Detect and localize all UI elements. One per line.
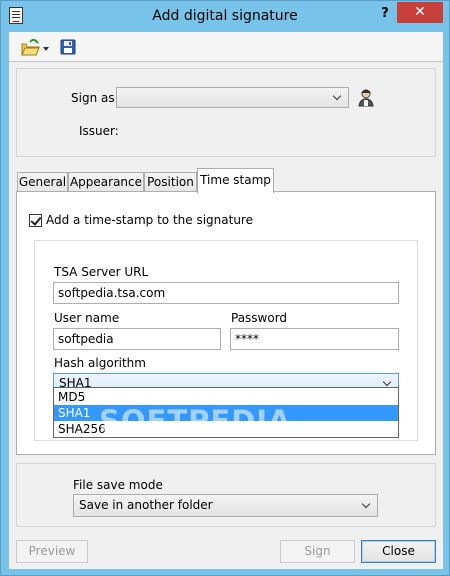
- close-button[interactable]: Close: [361, 540, 436, 563]
- window-close-button[interactable]: ✕: [397, 2, 443, 23]
- chevron-down-icon: [382, 377, 392, 387]
- save-button[interactable]: [60, 39, 76, 55]
- tab-appearance[interactable]: Appearance: [68, 172, 144, 192]
- floppy-disk-icon: [60, 39, 76, 55]
- save-mode-combobox[interactable]: Save in another folder: [73, 494, 378, 517]
- folder-open-icon: [21, 38, 49, 56]
- save-mode-label: File save mode: [73, 478, 163, 492]
- dialog-client-area: Sign as: Issuer: General Appearance Posi…: [9, 32, 443, 569]
- issuer-label: Issuer:: [79, 124, 119, 138]
- preview-button[interactable]: Preview: [16, 540, 88, 563]
- select-certificate-button[interactable]: [356, 87, 377, 108]
- open-button[interactable]: [21, 38, 51, 57]
- chevron-down-icon: [332, 91, 342, 101]
- add-timestamp-label[interactable]: Add a time-stamp to the signature: [46, 213, 253, 227]
- password-label: Password: [231, 311, 288, 325]
- sign-as-label: Sign as:: [71, 91, 119, 105]
- save-mode-value: Save in another folder: [79, 498, 213, 512]
- password-value: ****: [235, 332, 259, 346]
- tab-time-stamp[interactable]: Time stamp: [197, 168, 274, 193]
- tab-position[interactable]: Position: [144, 172, 197, 192]
- dialog-window: Add digital signature ? ✕ Sign as: Issue…: [0, 0, 450, 576]
- tab-general[interactable]: General: [17, 172, 68, 192]
- tsa-url-value: softpedia.tsa.com: [58, 286, 166, 300]
- help-button[interactable]: ?: [377, 6, 393, 21]
- toolbar: [9, 32, 443, 62]
- tsa-url-label: TSA Server URL: [54, 265, 149, 279]
- save-mode-group: File save mode Save in another folder: [16, 463, 436, 527]
- sign-button[interactable]: Sign: [280, 540, 355, 563]
- hash-option-sha256[interactable]: SHA256: [54, 421, 398, 437]
- title-bar[interactable]: Add digital signature ? ✕: [1, 1, 449, 32]
- username-field[interactable]: softpedia: [53, 328, 221, 350]
- hash-option-sha1[interactable]: SHA1: [54, 405, 398, 421]
- tsa-url-field[interactable]: softpedia.tsa.com: [53, 282, 399, 304]
- username-value: softpedia: [58, 332, 114, 346]
- signer-group: Sign as: Issuer:: [16, 68, 436, 157]
- hash-option-md5[interactable]: MD5: [54, 389, 398, 405]
- certificate-person-icon: [358, 89, 374, 107]
- hash-algorithm-label: Hash algorithm: [54, 356, 146, 370]
- sign-as-combobox[interactable]: [116, 87, 349, 108]
- username-label: User name: [54, 311, 120, 325]
- hash-algorithm-dropdown-list: MD5 SHA1 SHA256: [53, 387, 399, 438]
- chevron-down-icon: [361, 499, 371, 509]
- password-field[interactable]: ****: [230, 328, 399, 350]
- add-timestamp-checkbox[interactable]: [29, 214, 42, 227]
